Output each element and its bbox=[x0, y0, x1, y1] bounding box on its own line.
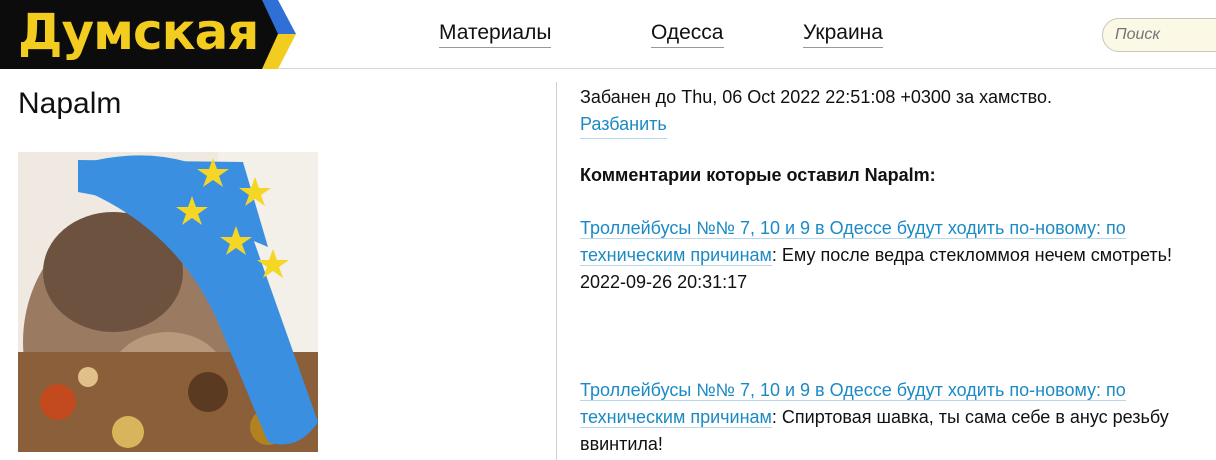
column-divider bbox=[556, 82, 557, 460]
avatar-photo-icon bbox=[18, 152, 318, 452]
comment-item: Троллейбусы №№ 7, 10 и 9 в Одессе будут … bbox=[580, 377, 1216, 458]
nav-item-materials[interactable]: Материалы bbox=[439, 20, 552, 48]
nav-item-odessa[interactable]: Одесса bbox=[651, 20, 724, 48]
search-input[interactable] bbox=[1115, 26, 1215, 44]
logo-text: Думская bbox=[18, 3, 259, 61]
unban-link[interactable]: Разбанить bbox=[580, 111, 667, 139]
comment-text: : Ему после ведра стекломмоя нечем смотр… bbox=[771, 245, 1173, 265]
site-logo[interactable]: Думская bbox=[0, 0, 296, 69]
comment-date: 2022-09-26 20:31:17 bbox=[580, 272, 748, 292]
site-header: Думская Материалы Одесса Украина bbox=[0, 0, 1216, 69]
nav-item-ukraine[interactable]: Украина bbox=[803, 20, 883, 48]
comment-item: Троллейбусы №№ 7, 10 и 9 в Одессе будут … bbox=[580, 215, 1216, 296]
profile-username: Napalm bbox=[18, 87, 122, 120]
comments-heading: Комментарии которые оставил Napalm: bbox=[580, 165, 936, 185]
profile-details: Забанен до Thu, 06 Oct 2022 22:51:08 +03… bbox=[580, 84, 1216, 454]
ban-status: Забанен до Thu, 06 Oct 2022 22:51:08 +03… bbox=[580, 87, 1052, 107]
search-box bbox=[1102, 18, 1216, 52]
user-avatar bbox=[18, 152, 318, 452]
